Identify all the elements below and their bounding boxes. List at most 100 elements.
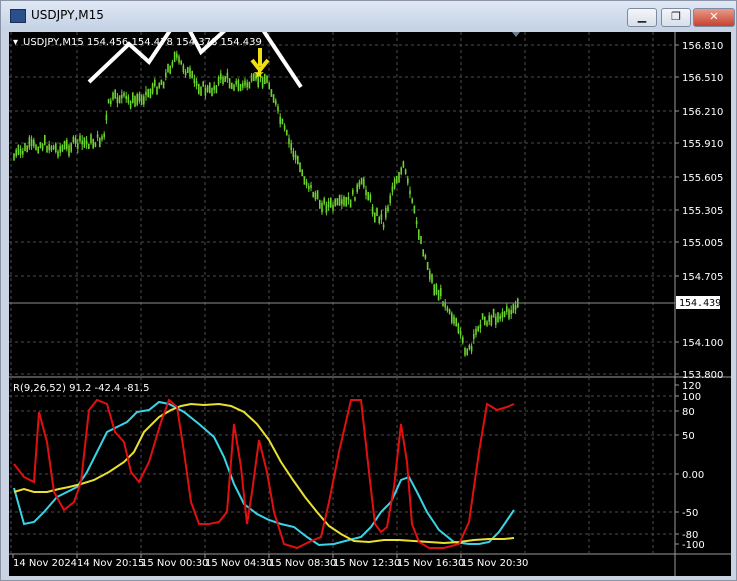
candle-body [396,175,398,184]
candle-body [400,167,402,175]
candle-body [244,80,246,86]
candle-body [33,139,35,147]
candle-body [41,144,44,150]
indicator-tick-label: 50 [682,431,695,442]
candle-body [437,289,440,301]
time-axis-labels: 14 Nov 2024 14 Nov 20:1515 Nov 00:3015 No… [12,554,528,569]
candle-body [59,146,61,153]
candle-body [55,143,57,152]
candle-body [220,73,222,80]
candle-body [233,84,235,91]
time-axis-label: 15 Nov 00:30 [141,558,208,569]
candle-body [473,334,475,339]
candle-body [409,190,411,195]
candle-body [39,142,42,148]
indicator-tick-label: 0.00 [682,470,704,481]
minimize-button[interactable]: ▁ [627,8,657,27]
candle-body [506,306,508,312]
time-axis-label: 15 Nov 16:30 [397,558,464,569]
candle-body [495,316,497,325]
price-tick-label: 156.510 [682,73,723,84]
candle-body [193,78,196,84]
candle-body [411,198,413,203]
candle-body [305,181,308,186]
candle-body [66,140,68,150]
price-axis-labels: 156.810 156.510 156.210 155.910 155.605 155.3… [675,41,723,381]
candle-body [99,137,101,148]
candle-body [360,177,363,185]
candle-body [481,313,484,320]
candle-body [215,85,218,94]
close-button[interactable]: ✕ [693,8,735,27]
candle-body [325,204,328,213]
candle-body [470,346,473,352]
candle-body [442,301,444,307]
candle-body [222,76,224,84]
candle-body [92,138,94,149]
candle-body [235,80,237,85]
time-axis-label: 14 Nov 20:15 [77,558,144,569]
candle-body [514,305,517,310]
candle-body [15,149,17,157]
candle-body [358,181,361,187]
candle-body [90,134,92,144]
candle-body [30,139,33,146]
candle-body [266,75,268,84]
title-bar[interactable]: USDJPY,M15 ▁ ❐ ✕ [1,1,736,29]
candle-body [385,208,387,218]
price-tick-label: 155.305 [682,206,723,217]
candle-body [371,206,374,215]
candle-body [96,134,99,138]
chart-window: USDJPY,M15 ▁ ❐ ✕ 154.439 ★ ▾ USDJPY,M15 … [0,0,737,581]
candle-body [503,311,506,317]
candle-body [202,81,204,87]
candle-body [116,97,119,103]
candle-body [83,137,86,148]
candle-body [314,192,317,200]
restore-button[interactable]: ❐ [661,8,691,27]
candle-body [147,89,149,98]
candle-body [224,75,226,82]
candle-body [310,185,312,188]
candle-body [35,144,37,150]
candle-body [477,326,479,332]
candle-body [277,106,279,112]
candle-body [182,65,185,73]
candle-body [492,308,495,318]
candle-body [330,197,332,208]
price-tick-label: 153.800 [682,370,723,381]
candle-body [191,70,193,79]
indicator-tick-label: 100 [682,392,701,403]
candle-body [365,189,367,196]
candle-body [37,146,39,154]
candle-body [103,133,105,138]
candle-body [389,195,391,203]
candle-body [140,94,143,105]
candle-body [79,135,81,142]
candle-body [112,92,114,100]
candle-body [217,77,220,85]
candle-body [206,85,209,92]
candle-body [457,323,460,334]
candle-body [237,79,240,91]
candle-body [490,315,493,326]
chart-grid [9,32,675,554]
indicator-header: R(9,26,52) 91.2 -42.4 -81.5 [13,383,149,394]
candle-body [486,321,488,326]
chart-canvas[interactable]: 154.439 ★ ▾ USDJPY,M15 154.456 154.478 1… [9,32,731,576]
candle-body [323,198,325,204]
candle-body [347,197,350,201]
candle-body [380,214,383,220]
candle-body [301,169,303,176]
candle-body [44,134,46,146]
price-tick-label: 156.210 [682,107,723,118]
candle-body [200,86,202,96]
candle-body [129,101,132,109]
candle-body [402,161,405,168]
candle-body [464,348,466,356]
price-chart-svg: 154.439 ★ ▾ USDJPY,M15 154.456 154.478 1… [9,32,731,576]
candle-body [134,96,136,107]
candle-body [50,146,53,151]
candlestick-series [13,50,519,357]
time-axis-label: 15 Nov 20:30 [461,558,528,569]
